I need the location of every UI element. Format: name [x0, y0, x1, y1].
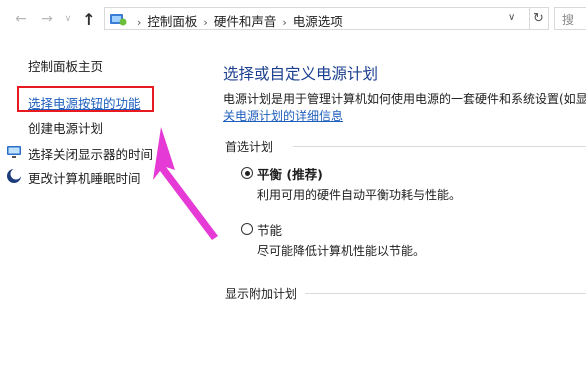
plan-name-balanced[interactable]: 平衡 (推荐): [257, 164, 323, 183]
breadcrumb-hardware-sound[interactable]: 硬件和声音: [214, 14, 277, 29]
chevron-down-icon[interactable]: ∨: [62, 10, 74, 28]
moon-icon: [7, 168, 22, 183]
breadcrumb-control-panel[interactable]: 控制面板: [147, 14, 197, 29]
search-input[interactable]: 搜: [554, 7, 586, 30]
chevron-right-icon: ›: [282, 16, 287, 29]
up-arrow-icon[interactable]: ↑: [80, 10, 98, 29]
radio-power-saver[interactable]: [241, 223, 253, 235]
page-title: 选择或自定义电源计划: [223, 65, 379, 83]
group-title-preferred: 首选计划: [225, 140, 274, 154]
main-content: 选择或自定义电源计划 电源计划是用于管理计算机如何使用电源的一套硬件和系统设置(…: [205, 40, 586, 386]
chevron-right-icon: ›: [203, 16, 208, 29]
breadcrumb: › 控制面板 › 硬件和声音 › 电源选项: [131, 11, 343, 30]
path-dropdown-icon[interactable]: ∨: [508, 12, 515, 23]
description-text: 电源计划是用于管理计算机如何使用电源的一套硬件和系统设置(如显: [223, 92, 586, 106]
refresh-icon[interactable]: ↻: [529, 7, 549, 30]
address-bar: ← → ∨ ↑ › 控制面板 › 硬件和声音 › 电源选项 ∨ ↻ 搜: [0, 0, 586, 40]
sidebar-item-home[interactable]: 控制面板主页: [28, 56, 103, 75]
control-panel-icon: [110, 14, 127, 26]
plan-desc-balanced: 利用可用的硬件自动平衡功耗与性能。: [257, 188, 462, 202]
sidebar-item-create-plan[interactable]: 创建电源计划: [28, 118, 103, 137]
highlight-box: [17, 86, 154, 112]
chevron-right-icon: ›: [137, 16, 142, 29]
plan-desc-power-saver: 尽可能降低计算机性能以节能。: [257, 244, 426, 258]
divider: [293, 146, 586, 147]
forward-arrow-icon[interactable]: →: [38, 10, 56, 28]
radio-balanced[interactable]: [241, 167, 253, 179]
show-additional-plans[interactable]: 显示附加计划: [225, 285, 297, 302]
divider: [305, 293, 586, 294]
power-plan-info-link[interactable]: 关电源计划的详细信息: [223, 107, 343, 124]
monitor-icon: [7, 146, 21, 158]
back-arrow-icon[interactable]: ←: [12, 10, 30, 28]
sidebar-item-sleep-time[interactable]: 更改计算机睡眠时间: [28, 168, 141, 187]
breadcrumb-power-options[interactable]: 电源选项: [293, 14, 343, 29]
plan-name-power-saver[interactable]: 节能: [257, 220, 282, 239]
sidebar-item-display-off[interactable]: 选择关闭显示器的时间: [28, 144, 153, 163]
path-field[interactable]: › 控制面板 › 硬件和声音 › 电源选项 ∨: [104, 7, 530, 30]
